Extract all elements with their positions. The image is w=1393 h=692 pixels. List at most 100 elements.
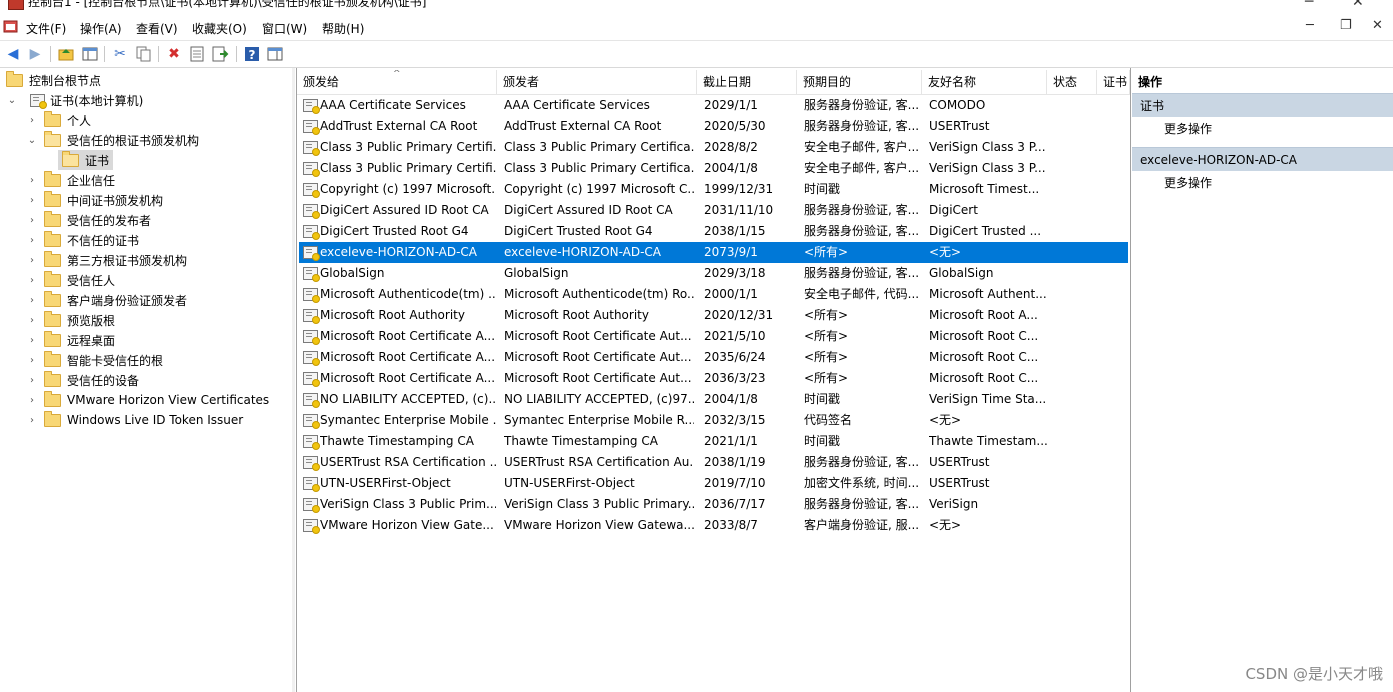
pane-splitter[interactable] [292,68,295,692]
tree-node[interactable]: › 企业信任 [26,170,115,190]
copy-icon[interactable] [134,45,152,63]
tree-node[interactable]: › VMware Horizon View Certificates [26,390,269,410]
cell-name: VeriSign Class 3 P... [929,140,1046,154]
table-row[interactable]: GlobalSign GlobalSign 2029/3/18 服务器身份验证, 客.… [299,263,1128,284]
tree-node[interactable]: › 预览版根 [26,310,115,330]
column-purpose[interactable]: 预期目的 [797,70,922,94]
tree-label: 远程桌面 [67,333,116,348]
expand-chevron-icon[interactable]: › [26,215,38,226]
up-folder-icon[interactable] [57,45,75,63]
expand-chevron-icon[interactable]: › [26,315,38,326]
tree-node-trusted-root[interactable]: ⌄ 受信任的根证书颁发机构 [26,130,199,150]
tree-node[interactable]: › 受信任人 [26,270,115,290]
table-row[interactable]: AAA Certificate Services AAA Certificate … [299,95,1128,116]
expand-chevron-icon[interactable]: › [26,395,38,406]
expand-chevron-icon[interactable]: › [26,295,38,306]
table-row[interactable]: UTN-USERFirst-Object UTN-USERFirst-Object… [299,473,1128,494]
console-menu-icon[interactable] [3,19,19,35]
table-row[interactable]: Microsoft Authenticode(tm) ... Microsoft … [299,284,1128,305]
inner-minimize-icon[interactable]: ─ [1306,18,1314,33]
expand-chevron-icon[interactable]: › [26,355,38,366]
back-arrow-icon[interactable]: ◀ [4,45,22,63]
expand-chevron-icon[interactable]: › [26,415,38,426]
inner-close-icon[interactable]: ✕ [1372,18,1383,33]
menu-action[interactable]: 操作(A) [80,20,122,37]
expand-chevron-icon[interactable]: › [26,115,38,126]
table-row[interactable]: Copyright (c) 1997 Microsoft... Copyright… [299,179,1128,200]
table-row[interactable]: Microsoft Root Certificate A... Microsoft… [299,326,1128,347]
tree-node[interactable]: › 中间证书颁发机构 [26,190,163,210]
tree-root[interactable]: 控制台根节点 [6,70,101,90]
cell-to: Class 3 Public Primary Certifi... [320,161,496,175]
table-row[interactable]: DigiCert Trusted Root G4 DigiCert Trusted… [299,221,1128,242]
table-row[interactable]: NO LIABILITY ACCEPTED, (c)... NO LIABILIT… [299,389,1128,410]
column-status[interactable]: 状态 [1047,70,1097,94]
menu-window[interactable]: 窗口(W) [262,20,307,37]
table-row[interactable]: Thawte Timestamping CA Thawte Timestampin… [299,431,1128,452]
cell-purpose: <所有> [804,371,849,385]
tree-node[interactable]: › 不信任的证书 [26,230,139,250]
export-list-icon[interactable] [211,45,229,63]
tree-node-computer[interactable]: ⌄ 证书(本地计算机) [6,90,143,110]
column-issued-to[interactable]: 颁发给 ^ [297,70,497,94]
delete-icon[interactable]: ✖ [165,45,183,63]
tree-node[interactable]: › 受信任的设备 [26,370,139,390]
cell-by: VMware Horizon View Gatewa... [504,518,694,532]
menu-help[interactable]: 帮助(H) [322,20,364,37]
tree-node[interactable]: › 远程桌面 [26,330,115,350]
collapse-chevron-icon[interactable]: ⌄ [26,135,38,146]
cell-purpose: 加密文件系统, 时间... [804,476,920,490]
table-row[interactable]: VMware Horizon View Gate... VMware Horizo… [299,515,1128,536]
tree-node-certificates[interactable]: 证书 [58,150,114,170]
cell-name: Microsoft Timest... [929,182,1040,196]
expand-chevron-icon[interactable]: › [26,275,38,286]
folder-icon [44,190,61,207]
tree-node[interactable]: › 智能卡受信任的根 [26,350,163,370]
minimize-icon[interactable]: ─ [1305,0,1313,10]
column-expiration[interactable]: 截止日期 [697,70,797,94]
actions-section-selected-cert[interactable]: exceleve-HORIZON-AD-CA [1132,147,1393,171]
expand-chevron-icon[interactable]: › [26,175,38,186]
actions-section-certificates[interactable]: 证书 [1132,93,1393,117]
more-actions-link[interactable]: 更多操作 [1164,173,1212,193]
table-row[interactable]: VeriSign Class 3 Public Prim... VeriSign … [299,494,1128,515]
tree-node[interactable]: › 受信任的发布者 [26,210,151,230]
menu-file[interactable]: 文件(F) [26,20,66,37]
table-row[interactable]: Class 3 Public Primary Certifi... Class 3… [299,158,1128,179]
expand-chevron-icon[interactable]: › [26,335,38,346]
menu-favorites[interactable]: 收藏夹(O) [192,20,247,37]
show-hide-tree-icon[interactable] [81,45,99,63]
column-template[interactable]: 证书 [1097,70,1130,94]
table-row[interactable]: exceleve-HORIZON-AD-CA exceleve-HORIZON-A… [299,242,1128,263]
table-row[interactable]: USERTrust RSA Certification ... USERTrust… [299,452,1128,473]
folder-icon [44,330,61,347]
tree-node[interactable]: › Windows Live ID Token Issuer [26,410,243,430]
tree-node[interactable]: › 客户端身份验证颁发者 [26,290,187,310]
table-row[interactable]: AddTrust External CA Root AddTrust Extern… [299,116,1128,137]
expand-chevron-icon[interactable]: › [26,235,38,246]
show-action-pane-icon[interactable] [266,45,284,63]
table-row[interactable]: Microsoft Root Authority Microsoft Root A… [299,305,1128,326]
close-icon[interactable]: ✕ [1352,0,1364,10]
help-icon[interactable]: ? [243,45,261,63]
tree-node[interactable]: › 第三方根证书颁发机构 [26,250,187,270]
more-actions-link[interactable]: 更多操作 [1164,119,1212,139]
table-row[interactable]: Microsoft Root Certificate A... Microsoft… [299,368,1128,389]
tree-node-personal[interactable]: › 个人 [26,110,91,130]
column-issued-by[interactable]: 颁发者 [497,70,697,94]
collapse-chevron-icon[interactable]: ⌄ [6,95,18,106]
forward-arrow-icon[interactable]: ▶ [26,45,44,63]
table-row[interactable]: DigiCert Assured ID Root CA DigiCert Assu… [299,200,1128,221]
expand-chevron-icon[interactable]: › [26,375,38,386]
table-row[interactable]: Microsoft Root Certificate A... Microsoft… [299,347,1128,368]
menu-view[interactable]: 查看(V) [136,20,178,37]
properties-icon[interactable] [188,45,206,63]
expand-chevron-icon[interactable]: › [26,195,38,206]
table-row[interactable]: Class 3 Public Primary Certifi... Class 3… [299,137,1128,158]
cut-icon[interactable]: ✂ [111,45,129,63]
expand-chevron-icon[interactable]: › [26,255,38,266]
column-friendly-name[interactable]: 友好名称 [922,70,1047,94]
cell-exp: 2036/3/23 [704,371,766,385]
table-row[interactable]: Symantec Enterprise Mobile ... Symantec E… [299,410,1128,431]
inner-restore-icon[interactable]: ❐ [1340,18,1352,33]
